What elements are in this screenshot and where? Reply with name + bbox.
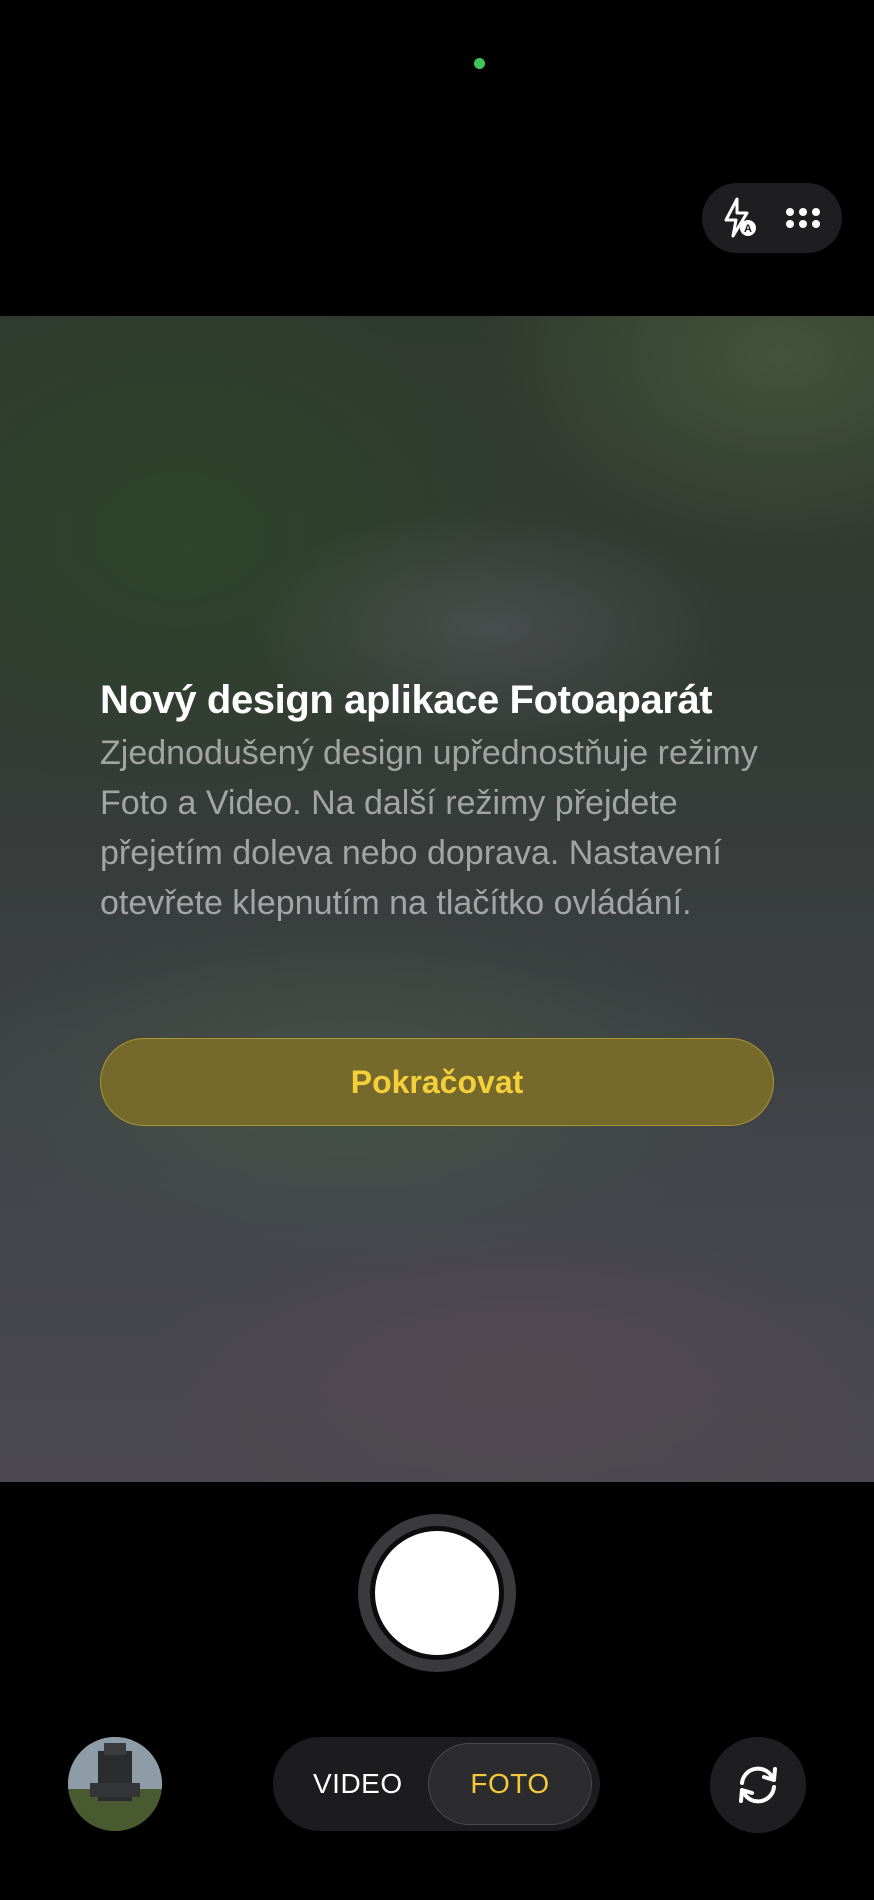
mode-photo[interactable]: FOTO [428, 1743, 592, 1825]
camera-flip-button[interactable] [710, 1737, 806, 1833]
more-grid-icon [786, 208, 820, 228]
svg-text:A: A [744, 223, 752, 235]
top-controls-pill: A [702, 183, 842, 253]
thumbnail-image [68, 1737, 162, 1831]
shutter-inner [370, 1526, 504, 1660]
camera-in-use-indicator [474, 58, 485, 69]
shutter-button[interactable] [358, 1514, 516, 1672]
intro-message: Nový design aplikace Fotoaparát Zjednodu… [100, 672, 780, 928]
mode-video[interactable]: VIDEO [313, 1737, 403, 1831]
intro-body: Zjednodušený design upřednostňuje režimy… [100, 734, 758, 922]
mode-switcher: VIDEO FOTO [273, 1737, 600, 1831]
camera-controls-button[interactable] [775, 190, 831, 246]
flash-auto-button[interactable]: A [713, 190, 769, 246]
camera-flip-icon [739, 1766, 777, 1804]
continue-button[interactable]: Pokračovat [100, 1038, 774, 1126]
last-photo-thumbnail[interactable] [68, 1737, 162, 1831]
flash-auto-icon: A [724, 197, 756, 238]
intro-title: Nový design aplikace Fotoaparát [100, 678, 713, 722]
